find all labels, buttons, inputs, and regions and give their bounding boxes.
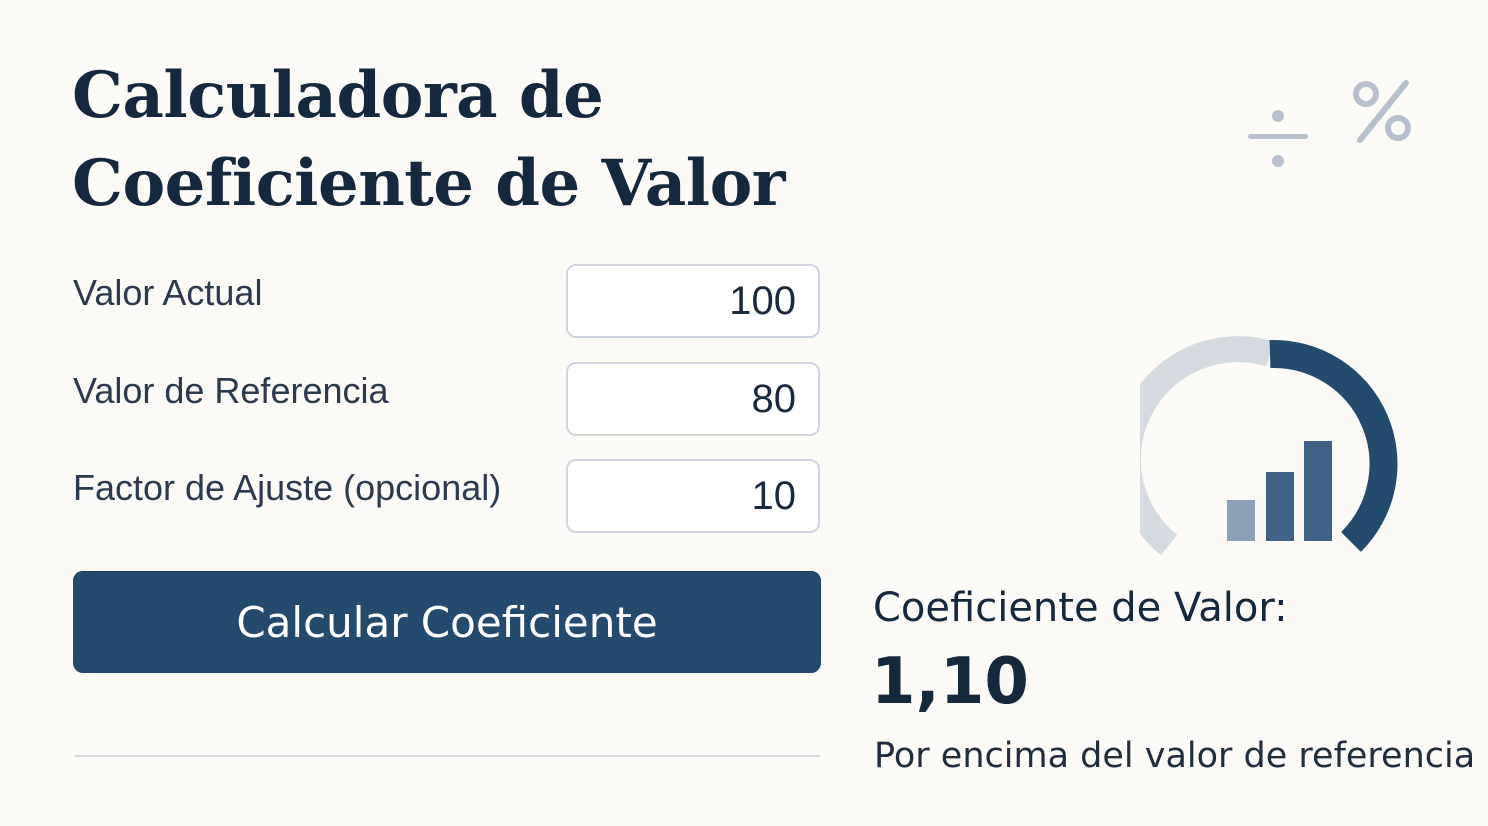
field-row-valor-referencia: Valor de Referencia: [72, 362, 822, 436]
gauge-chart-icon: [1140, 336, 1398, 556]
divide-icon: [1248, 110, 1308, 167]
factor-ajuste-label: Factor de Ajuste (opcional): [73, 467, 502, 508]
valor-referencia-input[interactable]: [566, 362, 820, 436]
bar-short: [1227, 500, 1255, 541]
page-title-line-2: Coeficiente de Valor: [72, 146, 786, 221]
factor-ajuste-input[interactable]: [566, 459, 820, 533]
field-row-valor-actual: Valor Actual: [72, 264, 822, 338]
divider: [74, 755, 820, 757]
page-title-line-1: Calculadora de: [72, 58, 604, 133]
valor-referencia-label: Valor de Referencia: [73, 370, 389, 411]
bar-tall: [1304, 441, 1332, 541]
result-description: Por encima del valor de referencia: [874, 736, 1476, 776]
percent-icon: [1353, 80, 1411, 143]
valor-actual-label: Valor Actual: [73, 272, 263, 313]
page-title: Calculadora de Coeficiente de Valor: [72, 52, 832, 228]
calcular-coeficiente-button[interactable]: Calcular Coeficiente: [73, 571, 821, 673]
bar-medium: [1266, 472, 1294, 541]
field-row-factor-ajuste: Factor de Ajuste (opcional): [72, 459, 822, 533]
result-label: Coeficiente de Valor:: [873, 585, 1288, 631]
valor-actual-input[interactable]: [566, 264, 820, 338]
result-value: 1,10: [871, 645, 1029, 719]
